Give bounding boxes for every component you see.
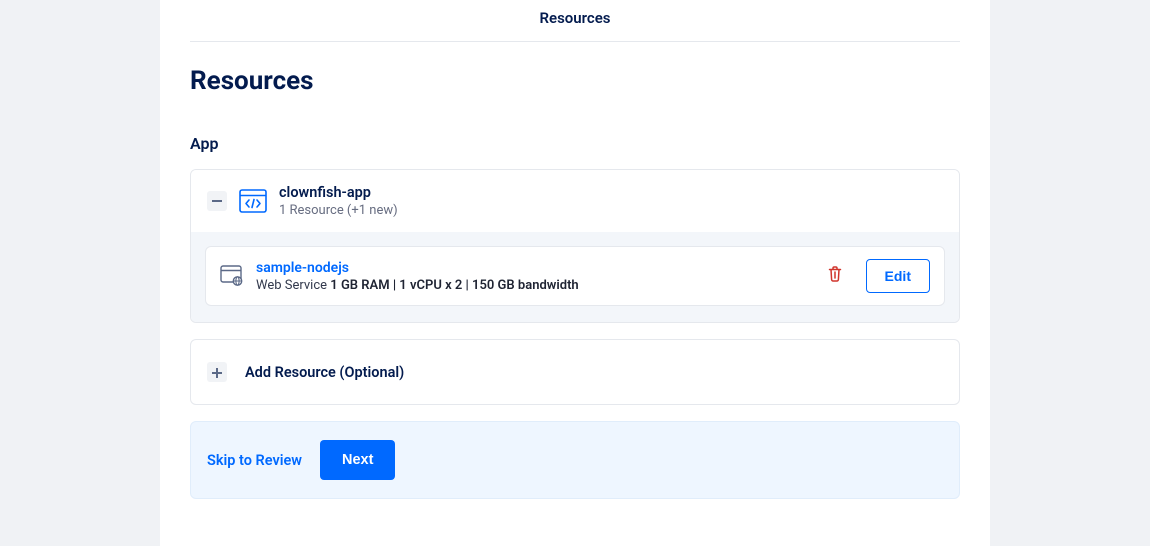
tab-resources[interactable]: Resources xyxy=(539,9,610,27)
page-title: Resources xyxy=(190,66,960,96)
resource-panel: sample-nodejs Web Service 1 GB RAM | 1 v… xyxy=(191,232,959,322)
edit-button[interactable]: Edit xyxy=(866,259,930,293)
next-button[interactable]: Next xyxy=(320,440,395,480)
add-resource-label: Add Resource (Optional) xyxy=(245,364,404,381)
main-panel: Resources Resources App xyxy=(160,0,990,546)
collapse-toggle[interactable] xyxy=(207,191,227,211)
resource-name-link[interactable]: sample-nodejs xyxy=(256,260,814,276)
tab-header: Resources xyxy=(190,0,960,42)
delete-button[interactable] xyxy=(826,267,844,285)
app-code-icon xyxy=(239,189,267,213)
minus-icon xyxy=(212,200,222,202)
trash-icon xyxy=(828,266,842,286)
app-text: clownfish-app 1 Resource (+1 new) xyxy=(279,184,398,218)
app-name: clownfish-app xyxy=(279,184,398,201)
content-area: Resources App xyxy=(160,42,990,499)
resource-kind: Web Service xyxy=(256,278,330,293)
resource-details: Web Service 1 GB RAM | 1 vCPU x 2 | 150 … xyxy=(256,278,814,293)
skip-to-review-link[interactable]: Skip to Review xyxy=(207,452,302,469)
section-label-app: App xyxy=(190,134,960,153)
resource-spec: 1 GB RAM | 1 vCPU x 2 | 150 GB bandwidth xyxy=(330,278,578,293)
resource-row: sample-nodejs Web Service 1 GB RAM | 1 v… xyxy=(205,246,945,306)
web-service-icon xyxy=(220,265,244,287)
app-row[interactable]: clownfish-app 1 Resource (+1 new) xyxy=(191,170,959,232)
footer-bar: Skip to Review Next xyxy=(190,421,960,499)
app-subtitle: 1 Resource (+1 new) xyxy=(279,203,398,218)
plus-icon-wrap xyxy=(207,362,227,382)
resource-main: sample-nodejs Web Service 1 GB RAM | 1 v… xyxy=(256,260,814,293)
add-resource-button[interactable]: Add Resource (Optional) xyxy=(190,339,960,405)
plus-icon xyxy=(212,363,222,382)
app-card: clownfish-app 1 Resource (+1 new) xyxy=(190,169,960,323)
